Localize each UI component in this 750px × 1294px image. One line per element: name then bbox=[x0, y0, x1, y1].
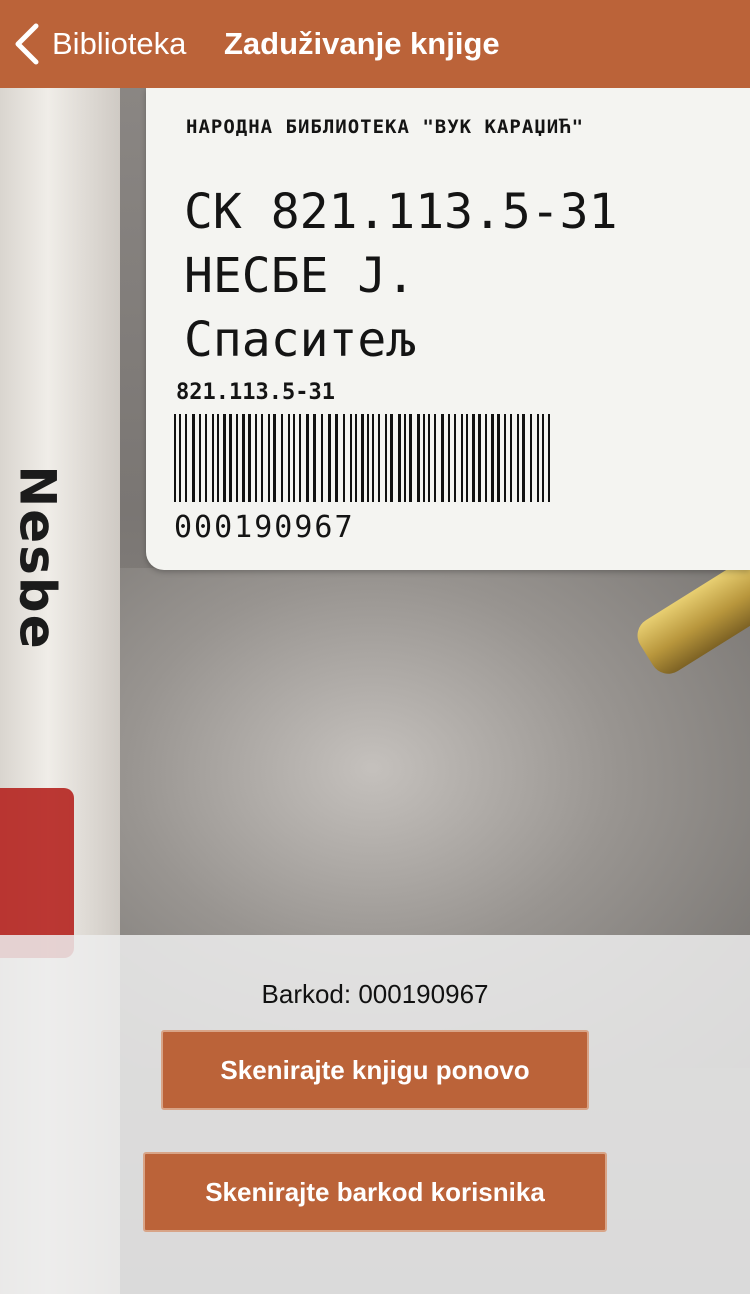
sticker-title: Спаситељ bbox=[184, 312, 416, 368]
barcode-bar bbox=[223, 414, 226, 502]
barcode-bar bbox=[350, 414, 352, 502]
barcode-bar bbox=[491, 414, 494, 502]
barcode-bar bbox=[497, 414, 500, 502]
barcode-bar bbox=[268, 414, 270, 502]
barcode-bar bbox=[335, 414, 338, 502]
sticker-classification: 821.113.5-31 bbox=[176, 380, 335, 405]
sticker-library-name: НАРОДНА БИБЛИОТЕКА "ВУК КАРАЏИЋ" bbox=[186, 116, 585, 138]
barcode-bar bbox=[261, 414, 263, 502]
barcode-bar bbox=[299, 414, 301, 502]
barcode-bar bbox=[273, 414, 276, 502]
barcode-image bbox=[174, 414, 550, 502]
barcode-bar bbox=[522, 414, 525, 502]
scan-user-barcode-button[interactable]: Skenirajte barkod korisnika bbox=[143, 1152, 607, 1232]
barcode-bar bbox=[517, 414, 519, 502]
barcode-bar bbox=[537, 414, 539, 502]
barcode-bar bbox=[385, 414, 387, 502]
barcode-bar bbox=[441, 414, 444, 502]
barcode-bar bbox=[378, 414, 380, 502]
barcode-bar bbox=[306, 414, 309, 502]
barcode-bar bbox=[510, 414, 512, 502]
barcode-bar bbox=[212, 414, 214, 502]
sticker-barcode-number: 000190967 bbox=[174, 510, 355, 545]
barcode-bar bbox=[185, 414, 187, 502]
barcode-bar bbox=[466, 414, 468, 502]
barcode-bar bbox=[454, 414, 456, 502]
sticker-author: НЕСБЕ J. bbox=[184, 248, 416, 304]
barcode-bar bbox=[229, 414, 232, 502]
back-label: Biblioteka bbox=[52, 26, 187, 61]
barcode-bar bbox=[321, 414, 323, 502]
rescan-book-button[interactable]: Skenirajte knjigu ponovo bbox=[161, 1030, 589, 1110]
barcode-bar bbox=[504, 414, 506, 502]
barcode-bar bbox=[242, 414, 245, 502]
chevron-left-icon bbox=[12, 22, 42, 66]
barcode-bar bbox=[398, 414, 401, 502]
barcode-bar bbox=[367, 414, 369, 502]
barcode-bar bbox=[461, 414, 463, 502]
barcode-bar bbox=[192, 414, 195, 502]
barcode-bar bbox=[428, 414, 430, 502]
barcode-bar bbox=[542, 414, 544, 502]
barcode-bar bbox=[434, 414, 436, 502]
barcode-bar bbox=[472, 414, 475, 502]
sticker-call-number: CK 821.113.5-31 bbox=[184, 184, 618, 240]
library-sticker: НАРОДНА БИБЛИОТЕКА "ВУК КАРАЏИЋ" CK 821.… bbox=[146, 88, 750, 570]
barcode-bar bbox=[179, 414, 181, 502]
barcode-bar bbox=[417, 414, 420, 502]
red-cover-mark bbox=[0, 788, 74, 958]
action-panel: Barkod: 000190967 Skenirajte knjigu pono… bbox=[0, 935, 750, 1294]
barcode-bar bbox=[478, 414, 481, 502]
barcode-bar bbox=[293, 414, 295, 502]
barcode-bar bbox=[390, 414, 393, 502]
book-spine-text: Nesbe bbox=[9, 465, 68, 651]
barcode-result-text: Barkod: 000190967 bbox=[261, 979, 489, 1009]
barcode-bar bbox=[404, 414, 406, 502]
barcode-bar bbox=[485, 414, 487, 502]
barcode-bar bbox=[372, 414, 374, 502]
barcode-bar bbox=[281, 414, 283, 502]
barcode-bar bbox=[361, 414, 364, 502]
barcode-bar bbox=[236, 414, 238, 502]
barcode-bar bbox=[343, 414, 345, 502]
page-title: Zaduživanje knjige bbox=[224, 26, 500, 61]
barcode-bar bbox=[548, 414, 550, 502]
barcode-bar bbox=[205, 414, 207, 502]
barcode-bar bbox=[409, 414, 412, 502]
barcode-bar bbox=[199, 414, 201, 502]
spine-text-wrap: Nesbe bbox=[8, 378, 68, 738]
barcode-bar bbox=[288, 414, 290, 502]
barcode-bar bbox=[530, 414, 532, 502]
barcode-bar bbox=[328, 414, 331, 502]
barcode-bar bbox=[448, 414, 450, 502]
barcode-bar bbox=[174, 414, 176, 502]
barcode-bar bbox=[313, 414, 316, 502]
barcode-bar bbox=[217, 414, 219, 502]
back-button[interactable]: Biblioteka bbox=[12, 0, 186, 88]
barcode-bar bbox=[355, 414, 357, 502]
barcode-bar bbox=[423, 414, 425, 502]
barcode-bar bbox=[255, 414, 257, 502]
barcode-bar bbox=[248, 414, 251, 502]
navigation-bar: Biblioteka Zaduživanje knjige bbox=[0, 0, 750, 88]
